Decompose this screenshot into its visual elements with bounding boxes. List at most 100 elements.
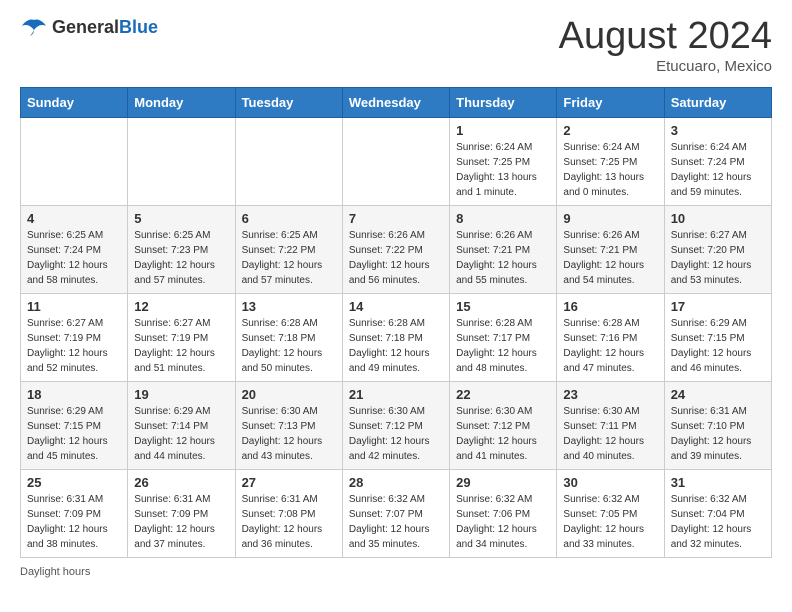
day-number: 8 bbox=[456, 211, 550, 226]
days-of-week-row: SundayMondayTuesdayWednesdayThursdayFrid… bbox=[21, 87, 772, 117]
calendar-cell bbox=[235, 117, 342, 205]
day-number: 17 bbox=[671, 299, 765, 314]
calendar-body: 1 Sunrise: 6:24 AM Sunset: 7:25 PM Daylig… bbox=[21, 117, 772, 557]
calendar-cell: 8Sunrise: 6:26 AM Sunset: 7:21 PM Daylig… bbox=[450, 205, 557, 293]
day-number: 3 bbox=[671, 123, 765, 138]
day-number: 5 bbox=[134, 211, 228, 226]
calendar-cell: 29 Sunrise: 6:32 AM Sunset: 7:06 PM Dayli… bbox=[450, 469, 557, 557]
day-info: Sunrise: 6:26 AM Sunset: 7:21 PM Dayligh… bbox=[563, 228, 657, 288]
day-info: Sunrise: 6:25 AM Sunset: 7:23 PM Dayligh… bbox=[134, 228, 228, 288]
calendar-cell: 3 Sunrise: 6:24 AM Sunset: 7:24 PM Daylig… bbox=[664, 117, 771, 205]
day-header-monday: Monday bbox=[128, 87, 235, 117]
calendar-cell: 15Sunrise: 6:28 AM Sunset: 7:17 PM Dayli… bbox=[450, 293, 557, 381]
day-number: 16 bbox=[563, 299, 657, 314]
day-number: 9 bbox=[563, 211, 657, 226]
day-info: Sunrise: 6:32 AM Sunset: 7:06 PM Dayligh… bbox=[456, 492, 550, 552]
day-number: 19 bbox=[134, 387, 228, 402]
calendar-cell: 24Sunrise: 6:31 AM Sunset: 7:10 PM Dayli… bbox=[664, 381, 771, 469]
logo-text: GeneralBlue bbox=[52, 17, 158, 38]
day-info: Sunrise: 6:30 AM Sunset: 7:12 PM Dayligh… bbox=[349, 404, 443, 464]
day-info: Sunrise: 6:24 AM Sunset: 7:24 PM Dayligh… bbox=[671, 140, 765, 200]
day-info: Sunrise: 6:27 AM Sunset: 7:19 PM Dayligh… bbox=[27, 316, 121, 376]
calendar-cell: 31Sunrise: 6:32 AM Sunset: 7:04 PM Dayli… bbox=[664, 469, 771, 557]
day-info: Sunrise: 6:29 AM Sunset: 7:14 PM Dayligh… bbox=[134, 404, 228, 464]
day-info: Sunrise: 6:26 AM Sunset: 7:22 PM Dayligh… bbox=[349, 228, 443, 288]
calendar-cell: 13 Sunrise: 6:28 AM Sunset: 7:18 PM Dayli… bbox=[235, 293, 342, 381]
day-number: 26 bbox=[134, 475, 228, 490]
calendar-cell: 7Sunrise: 6:26 AM Sunset: 7:22 PM Daylig… bbox=[342, 205, 449, 293]
week-row-5: 25Sunrise: 6:31 AM Sunset: 7:09 PM Dayli… bbox=[21, 469, 772, 557]
day-info: Sunrise: 6:24 AM Sunset: 7:25 PM Dayligh… bbox=[456, 140, 550, 200]
day-number: 29 bbox=[456, 475, 550, 490]
day-number: 15 bbox=[456, 299, 550, 314]
calendar-cell: 19 Sunrise: 6:29 AM Sunset: 7:14 PM Dayli… bbox=[128, 381, 235, 469]
day-number: 14 bbox=[349, 299, 443, 314]
day-number: 28 bbox=[349, 475, 443, 490]
day-header-thursday: Thursday bbox=[450, 87, 557, 117]
day-info: Sunrise: 6:30 AM Sunset: 7:11 PM Dayligh… bbox=[563, 404, 657, 464]
day-info: Sunrise: 6:31 AM Sunset: 7:08 PM Dayligh… bbox=[242, 492, 336, 552]
calendar-table: SundayMondayTuesdayWednesdayThursdayFrid… bbox=[20, 87, 772, 558]
calendar-cell: 1 Sunrise: 6:24 AM Sunset: 7:25 PM Daylig… bbox=[450, 117, 557, 205]
day-info: Sunrise: 6:30 AM Sunset: 7:12 PM Dayligh… bbox=[456, 404, 550, 464]
day-header-saturday: Saturday bbox=[664, 87, 771, 117]
day-info: Sunrise: 6:27 AM Sunset: 7:19 PM Dayligh… bbox=[134, 316, 228, 376]
day-number: 20 bbox=[242, 387, 336, 402]
day-number: 22 bbox=[456, 387, 550, 402]
day-number: 1 bbox=[456, 123, 550, 138]
week-row-4: 18 Sunrise: 6:29 AM Sunset: 7:15 PM Dayli… bbox=[21, 381, 772, 469]
day-info: Sunrise: 6:32 AM Sunset: 7:07 PM Dayligh… bbox=[349, 492, 443, 552]
day-number: 27 bbox=[242, 475, 336, 490]
day-number: 23 bbox=[563, 387, 657, 402]
calendar-cell: 21 Sunrise: 6:30 AM Sunset: 7:12 PM Dayli… bbox=[342, 381, 449, 469]
logo-general: General bbox=[52, 17, 119, 37]
day-header-sunday: Sunday bbox=[21, 87, 128, 117]
day-number: 18 bbox=[27, 387, 121, 402]
calendar-cell: 20 Sunrise: 6:30 AM Sunset: 7:13 PM Dayli… bbox=[235, 381, 342, 469]
day-info: Sunrise: 6:25 AM Sunset: 7:22 PM Dayligh… bbox=[242, 228, 336, 288]
day-info: Sunrise: 6:31 AM Sunset: 7:09 PM Dayligh… bbox=[27, 492, 121, 552]
calendar-cell: 4 Sunrise: 6:25 AM Sunset: 7:24 PM Daylig… bbox=[21, 205, 128, 293]
day-number: 21 bbox=[349, 387, 443, 402]
header: GeneralBlue August 2024 Etucuaro, Mexico bbox=[20, 16, 772, 75]
calendar-cell: 27 Sunrise: 6:31 AM Sunset: 7:08 PM Dayli… bbox=[235, 469, 342, 557]
day-number: 13 bbox=[242, 299, 336, 314]
day-info: Sunrise: 6:29 AM Sunset: 7:15 PM Dayligh… bbox=[27, 404, 121, 464]
calendar-cell: 26 Sunrise: 6:31 AM Sunset: 7:09 PM Dayli… bbox=[128, 469, 235, 557]
day-info: Sunrise: 6:30 AM Sunset: 7:13 PM Dayligh… bbox=[242, 404, 336, 464]
day-number: 11 bbox=[27, 299, 121, 314]
day-info: Sunrise: 6:31 AM Sunset: 7:09 PM Dayligh… bbox=[134, 492, 228, 552]
calendar-cell: 16 Sunrise: 6:28 AM Sunset: 7:16 PM Dayli… bbox=[557, 293, 664, 381]
day-info: Sunrise: 6:24 AM Sunset: 7:25 PM Dayligh… bbox=[563, 140, 657, 200]
day-number: 30 bbox=[563, 475, 657, 490]
week-row-2: 4 Sunrise: 6:25 AM Sunset: 7:24 PM Daylig… bbox=[21, 205, 772, 293]
day-number: 24 bbox=[671, 387, 765, 402]
calendar-cell: 6Sunrise: 6:25 AM Sunset: 7:22 PM Daylig… bbox=[235, 205, 342, 293]
footer-area: Daylight hours bbox=[20, 566, 772, 578]
week-row-3: 11 Sunrise: 6:27 AM Sunset: 7:19 PM Dayli… bbox=[21, 293, 772, 381]
day-number: 4 bbox=[27, 211, 121, 226]
calendar-cell: 30 Sunrise: 6:32 AM Sunset: 7:05 PM Dayli… bbox=[557, 469, 664, 557]
day-number: 31 bbox=[671, 475, 765, 490]
calendar-cell: 28 Sunrise: 6:32 AM Sunset: 7:07 PM Dayli… bbox=[342, 469, 449, 557]
calendar-cell: 12Sunrise: 6:27 AM Sunset: 7:19 PM Dayli… bbox=[128, 293, 235, 381]
day-info: Sunrise: 6:28 AM Sunset: 7:16 PM Dayligh… bbox=[563, 316, 657, 376]
day-info: Sunrise: 6:32 AM Sunset: 7:05 PM Dayligh… bbox=[563, 492, 657, 552]
calendar-cell bbox=[21, 117, 128, 205]
calendar-cell bbox=[342, 117, 449, 205]
day-info: Sunrise: 6:28 AM Sunset: 7:18 PM Dayligh… bbox=[242, 316, 336, 376]
day-info: Sunrise: 6:25 AM Sunset: 7:24 PM Dayligh… bbox=[27, 228, 121, 288]
calendar-cell: 18 Sunrise: 6:29 AM Sunset: 7:15 PM Dayli… bbox=[21, 381, 128, 469]
logo-bird-icon bbox=[20, 16, 48, 38]
daylight-label: Daylight hours bbox=[20, 566, 90, 578]
day-info: Sunrise: 6:28 AM Sunset: 7:18 PM Dayligh… bbox=[349, 316, 443, 376]
subtitle: Etucuaro, Mexico bbox=[559, 58, 772, 75]
day-info: Sunrise: 6:29 AM Sunset: 7:15 PM Dayligh… bbox=[671, 316, 765, 376]
day-number: 10 bbox=[671, 211, 765, 226]
month-title: August 2024 bbox=[559, 16, 772, 58]
calendar-cell: 14 Sunrise: 6:28 AM Sunset: 7:18 PM Dayli… bbox=[342, 293, 449, 381]
calendar-cell: 22 Sunrise: 6:30 AM Sunset: 7:12 PM Dayli… bbox=[450, 381, 557, 469]
day-number: 2 bbox=[563, 123, 657, 138]
calendar-header: SundayMondayTuesdayWednesdayThursdayFrid… bbox=[21, 87, 772, 117]
day-header-tuesday: Tuesday bbox=[235, 87, 342, 117]
